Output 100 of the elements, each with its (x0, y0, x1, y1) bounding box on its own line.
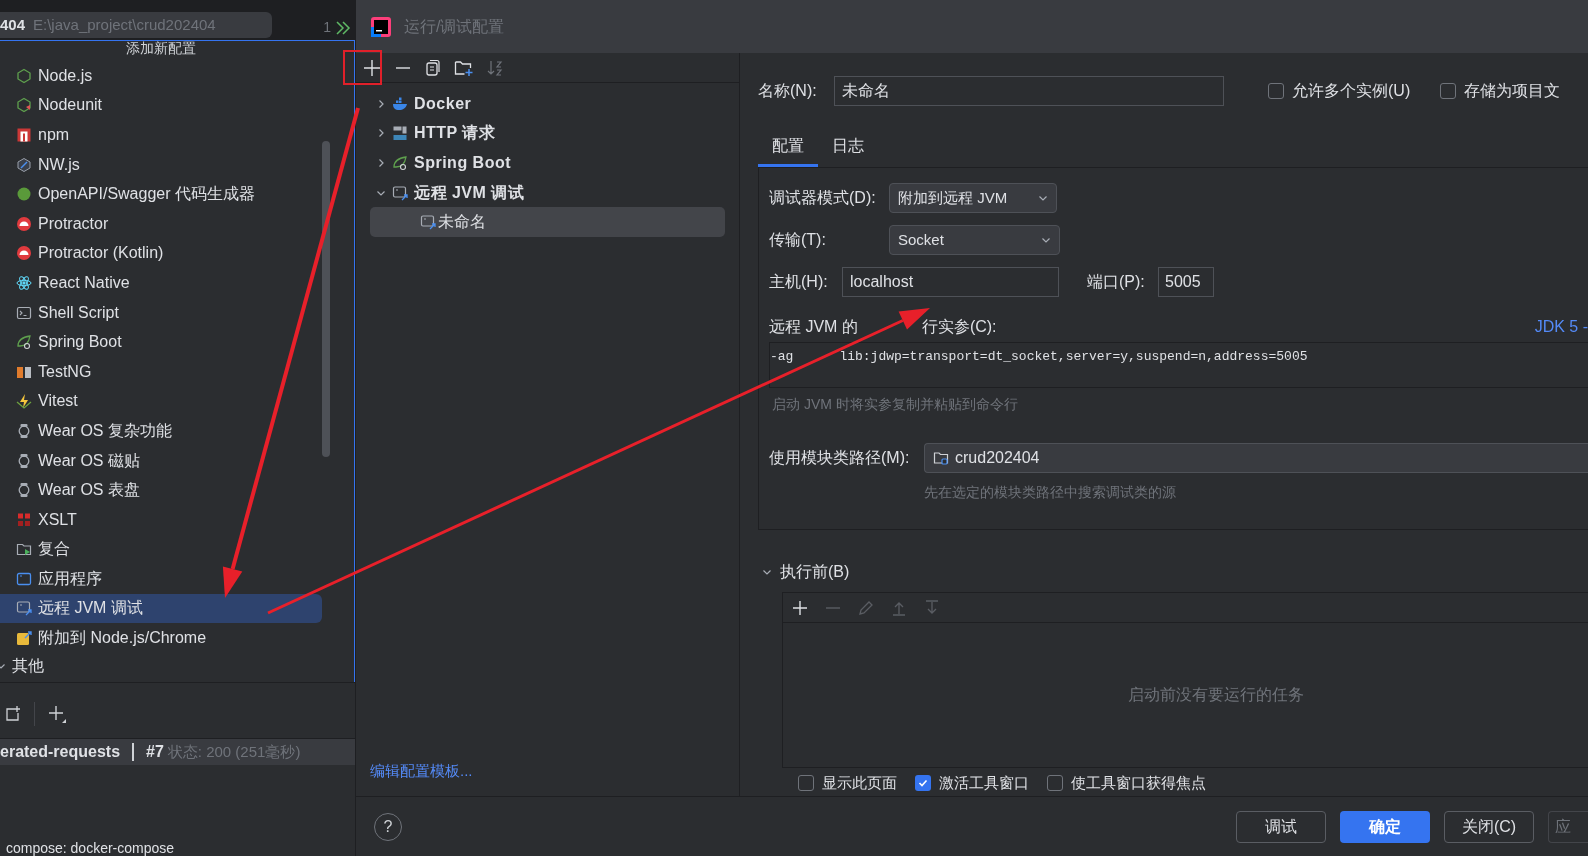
chevron-icon[interactable] (762, 567, 772, 577)
checkmark-icon (918, 778, 928, 788)
protractor-icon (16, 245, 32, 262)
api-icon (392, 125, 408, 142)
configuration-type-item[interactable]: Spring Boot (0, 327, 322, 357)
checkbox-label: 使工具窗口获得焦点 (1071, 775, 1206, 791)
configuration-type-item[interactable]: 应用程序 (0, 564, 322, 594)
leaf-icon (16, 334, 32, 351)
command-line-field[interactable]: -ag lib:jdwp=transport=dt_socket,server=y,suspend=n,address=5005 (769, 342, 1588, 388)
copy-icon[interactable] (424, 58, 442, 77)
checkbox[interactable] (915, 775, 931, 791)
checkbox-label: 允许多个实例(U) (1292, 81, 1411, 101)
service-name: compose: docker-compose (6, 841, 175, 855)
hint-text: 启动 JVM 时将实参复制并粘贴到命令行 (772, 395, 1019, 414)
chevron-icon[interactable] (376, 158, 386, 168)
whale-icon (392, 95, 408, 112)
configuration-type-item[interactable]: Vitest (0, 386, 322, 417)
sort-icon[interactable] (486, 58, 504, 77)
xslt-icon (16, 511, 32, 528)
circle-icon (16, 186, 32, 203)
terminal-icon (16, 304, 32, 321)
module-folder-icon (933, 450, 949, 466)
watch-icon (16, 452, 32, 469)
configuration-type-item[interactable]: NW.js (0, 149, 322, 180)
checkbox[interactable] (1440, 83, 1457, 99)
configuration-type-item[interactable]: Nodeunit (0, 90, 322, 121)
configuration-type-item[interactable]: OpenAPI/Swagger 代码生成器 (0, 179, 322, 209)
new-tab-icon[interactable] (4, 704, 22, 723)
chevron-icon[interactable] (376, 98, 386, 109)
remote-window-icon (392, 184, 408, 201)
field-label: 端口(P): (1087, 272, 1146, 292)
configuration-type-item[interactable]: TestNG (0, 356, 322, 387)
chevron-down-icon[interactable] (1038, 193, 1048, 203)
protractor-icon (16, 215, 32, 232)
section-header[interactable]: 其他 (0, 652, 322, 679)
checkbox[interactable] (798, 775, 814, 791)
field-label: 使用模块类路径(M): (769, 448, 911, 468)
checkbox-label: 存储为项目文 (1464, 81, 1561, 101)
configuration-type-item[interactable]: Shell Script (0, 297, 322, 328)
window-icon (16, 570, 32, 587)
tree-group[interactable]: HTTP 请求 (370, 118, 725, 149)
configuration-type-item[interactable]: Wear OS 磁贴 (0, 445, 322, 476)
editor-tab[interactable]: 404 E:\java_project\crud202404 (0, 12, 272, 38)
hint-text: 先在选定的模块类路径中搜索调试类的源 (924, 483, 1177, 502)
jdk-link[interactable]: JDK 5 - (1534, 315, 1588, 339)
tree-group[interactable]: 远程 JVM 调试 (370, 177, 725, 208)
checkbox[interactable] (1047, 775, 1063, 791)
field-label-fragment: 远程 JVM 的 (769, 317, 858, 337)
argument-text-fragment: lib:jdwp=transport=dt_socket,server=y,suspend=n,address=5005 (839, 348, 1308, 366)
configuration-type-item[interactable]: 远程 JVM 调试 (0, 593, 322, 624)
hexagon-icon (16, 156, 32, 173)
tree-group[interactable]: Spring Boot (370, 148, 725, 178)
dropdown[interactable]: Socket (889, 225, 1060, 255)
name-field[interactable]: 未命名 (834, 76, 1224, 106)
line-number: 1 (323, 18, 331, 37)
dropdown[interactable]: 附加到远程 JVM (889, 183, 1057, 213)
configuration-type-item[interactable]: npm (0, 120, 322, 150)
scrollbar-thumb[interactable] (322, 141, 330, 457)
run-icon[interactable] (335, 19, 351, 36)
field-label: 主机(H): (769, 272, 829, 292)
request-file-name: erated-requests (0, 742, 121, 762)
configuration-type-item[interactable]: React Native (0, 268, 322, 298)
edit-templates-link[interactable]: 编辑配置模板... (370, 759, 473, 782)
chevron-down-icon[interactable] (1041, 235, 1051, 245)
configuration-type-item[interactable]: XSLT (0, 504, 322, 535)
configuration-type-item[interactable]: Protractor (Kotlin) (0, 238, 322, 269)
tree-group[interactable]: Docker (370, 89, 725, 119)
configuration-type-item[interactable]: Protractor (0, 208, 322, 239)
tab[interactable]: 日志 (818, 128, 878, 167)
watch-icon (16, 422, 32, 439)
tab[interactable]: 配置 (758, 128, 818, 167)
dialog-button[interactable]: 关闭(C) (1444, 810, 1534, 843)
square-icon (16, 127, 32, 143)
configuration-type-item[interactable]: Wear OS 表盘 (0, 475, 322, 505)
configuration-type-item[interactable]: 附加到 Node.js/Chrome (0, 623, 322, 653)
popup-title: 添加新配置 (126, 41, 196, 55)
new-folder-icon[interactable] (454, 58, 474, 77)
dialog-button[interactable]: 确定 (1340, 810, 1430, 843)
host-field[interactable]: localhost (842, 267, 1059, 297)
empty-state-text: 启动前没有要运行的任务 (1127, 685, 1304, 705)
hexagon-icon (16, 67, 32, 84)
port-field[interactable]: 5005 (1158, 267, 1214, 297)
section-header[interactable]: 执行前(B) (762, 560, 1588, 584)
add-icon[interactable] (362, 57, 382, 78)
add-icon[interactable] (47, 703, 67, 724)
dialog-button[interactable]: 调试 (1236, 810, 1326, 843)
folder-icon (16, 541, 32, 558)
remote-window-icon (16, 600, 32, 617)
chevron-icon[interactable] (376, 128, 386, 139)
checkbox[interactable] (1268, 83, 1284, 99)
checkbox-label: 显示此页面 (822, 775, 897, 791)
add-icon[interactable] (791, 598, 809, 617)
configuration-type-item[interactable]: Wear OS 复杂功能 (0, 416, 322, 446)
field-label-fragment: 行实参(C): (921, 317, 997, 337)
checkbox-label: 激活工具窗口 (939, 775, 1029, 791)
configuration-type-item[interactable]: Node.js (0, 61, 322, 91)
module-dropdown[interactable]: crud202404 (924, 443, 1588, 473)
configuration-type-item[interactable]: 复合 (0, 534, 322, 565)
tree-item[interactable]: 未命名 (370, 207, 725, 237)
field-label: 名称(N): (758, 81, 818, 101)
